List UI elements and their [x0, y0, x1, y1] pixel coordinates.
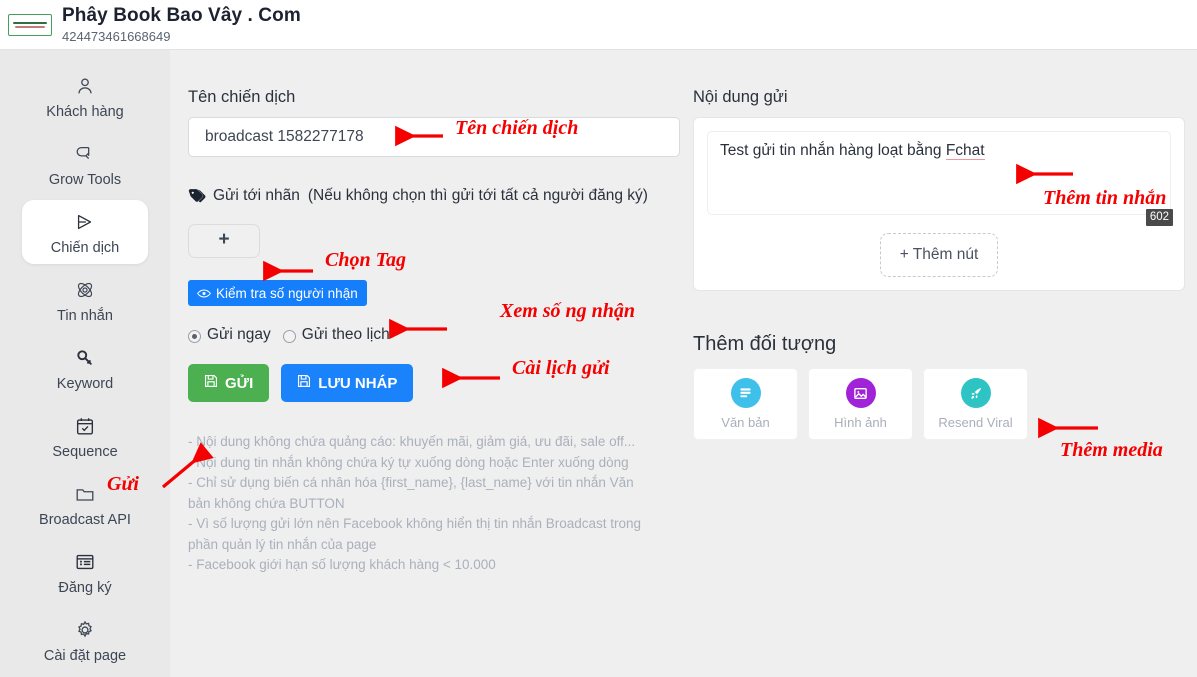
media-cards: Văn bản Hình ảnh Resend Viral: [693, 368, 1188, 440]
sidebar: Khách hàng Grow Tools Chiến dịch Tin nhắ…: [0, 50, 170, 677]
note-line: - Vì số lượng gửi lớn nên Facebook không…: [188, 516, 642, 552]
send-button[interactable]: GỬI: [188, 364, 270, 402]
tag-icon: [188, 186, 207, 211]
sidebar-item-khach-hang[interactable]: Khách hàng: [22, 64, 148, 128]
calendar-check-icon: [74, 413, 96, 439]
sidebar-item-broadcast-api[interactable]: Broadcast API: [22, 472, 148, 536]
campaign-column: Tên chiến dịch Gửi tới nhãn (Nếu không c…: [188, 50, 688, 576]
content-column: Nội dung gửi Test gửi tin nhắn hàng loạt…: [693, 50, 1188, 440]
sidebar-item-grow-tools[interactable]: Grow Tools: [22, 132, 148, 196]
message-card: Test gửi tin nhắn hàng loạt bằng Fchat 6…: [693, 117, 1185, 291]
add-button-button[interactable]: + Thêm nút: [880, 233, 998, 277]
media-card-resend-viral[interactable]: Resend Viral: [923, 368, 1028, 440]
sidebar-item-label: Sequence: [52, 443, 118, 460]
logo-line-top: [13, 21, 47, 24]
app-root: Phây Book Bao Vây . Com 424473461668649 …: [0, 0, 1197, 677]
sidebar-item-dang-ky[interactable]: Đăng ký: [22, 540, 148, 604]
guidelines-notes: - Nội dung không chứa quảng cáo: khuyến …: [188, 432, 658, 576]
text-lines-icon: [730, 378, 761, 408]
radio-send-now[interactable]: [188, 329, 201, 343]
send-to-tag-label: Gửi tới nhãn: [213, 187, 300, 204]
media-card-van-ban[interactable]: Văn bản: [693, 368, 798, 440]
sidebar-item-cai-dat-page[interactable]: Cài đặt page: [22, 608, 148, 672]
sidebar-item-sequence[interactable]: Sequence: [22, 404, 148, 468]
send-icon: [73, 209, 97, 235]
eye-icon: [197, 288, 211, 299]
media-card-label: Văn bản: [721, 415, 770, 430]
sidebar-item-label: Cài đặt page: [43, 647, 127, 664]
check-recipients-label: Kiểm tra số người nhận: [216, 285, 358, 301]
send-to-tag-row: Gửi tới nhãn (Nếu không chọn thì gửi tới…: [188, 183, 658, 208]
key-icon: [74, 345, 96, 371]
sidebar-item-keyword[interactable]: Keyword: [22, 336, 148, 400]
brand-block: Phây Book Bao Vây . Com 424473461668649: [62, 5, 301, 45]
main-content: Tên chiến dịch Gửi tới nhãn (Nếu không c…: [170, 50, 1197, 677]
logo-line-bottom: [15, 25, 45, 28]
save-icon: [204, 374, 218, 392]
sidebar-item-label: Grow Tools: [48, 171, 122, 188]
atom-icon: [74, 277, 96, 303]
user-icon: [74, 73, 96, 99]
note-line: - Chỉ sử dụng biến cá nhân hóa {first_na…: [188, 475, 634, 511]
page-title: Phây Book Bao Vây . Com: [62, 4, 301, 26]
fchat-logo: [8, 13, 52, 36]
sidebar-item-tin-nhan[interactable]: Tin nhắn: [22, 268, 148, 332]
media-card-label: Hình ảnh: [834, 415, 887, 430]
campaign-name-input[interactable]: [188, 117, 680, 157]
magnet-icon: [74, 141, 96, 167]
sidebar-item-label: Keyword: [56, 375, 114, 392]
sidebar-item-chien-dich[interactable]: Chiến dịch: [22, 200, 148, 264]
sidebar-item-label: Khách hàng: [46, 103, 124, 120]
media-card-label: Resend Viral: [938, 415, 1013, 430]
save-draft-button-label: LƯU NHÁP: [318, 374, 398, 392]
char-count-badge: 602: [1145, 209, 1173, 226]
save-icon: [297, 374, 311, 392]
sidebar-item-label: Chiến dịch: [50, 239, 120, 256]
schedule-radio-group: Gửi ngay Gửi theo lịch: [188, 326, 688, 344]
message-text: Test gửi tin nhắn hàng loạt bằng: [720, 142, 946, 159]
content-label: Nội dung gửi: [693, 88, 788, 106]
media-section-title: Thêm đối tượng: [693, 333, 837, 355]
note-line: - Nội dung tin nhắn không chứa ký tự xuố…: [188, 454, 629, 470]
radio-send-now-label: Gửi ngay: [207, 326, 271, 343]
note-line: - Nội dung không chứa quảng cáo: khuyến …: [188, 434, 636, 449]
message-textarea[interactable]: Test gửi tin nhắn hàng loạt bằng Fchat 6…: [707, 131, 1173, 226]
campaign-name-label: Tên chiến dịch: [188, 88, 296, 106]
radio-send-scheduled-label: Gửi theo lịch: [301, 326, 390, 343]
sidebar-item-label: Broadcast API: [39, 511, 131, 528]
send-button-label: GỬI: [225, 374, 254, 392]
folder-icon: [74, 481, 96, 507]
media-card-hinh-anh[interactable]: Hình ảnh: [808, 368, 913, 440]
send-to-tag-note: (Nếu không chọn thì gửi tới tất cả người…: [307, 187, 648, 204]
check-recipients-button[interactable]: Kiểm tra số người nhận: [188, 280, 367, 306]
page-header: Phây Book Bao Vây . Com 424473461668649: [0, 0, 1197, 50]
list-icon: [74, 549, 96, 575]
radio-send-scheduled[interactable]: [282, 329, 296, 343]
save-draft-button[interactable]: LƯU NHÁP: [281, 364, 414, 402]
message-text-spellcheck: Fchat: [945, 142, 985, 160]
page-id: 424473461668649: [62, 28, 171, 44]
rocket-icon: [960, 378, 991, 408]
image-icon: [845, 378, 876, 408]
sidebar-item-label: Đăng ký: [58, 579, 112, 596]
add-tag-button[interactable]: +: [188, 224, 260, 258]
action-buttons: GỬI LƯU NHÁP: [188, 364, 688, 402]
note-line: - Facebook giới hạn số lượng khách hàng …: [188, 557, 496, 572]
gear-icon: [74, 617, 96, 643]
sidebar-item-label: Tin nhắn: [57, 307, 113, 324]
